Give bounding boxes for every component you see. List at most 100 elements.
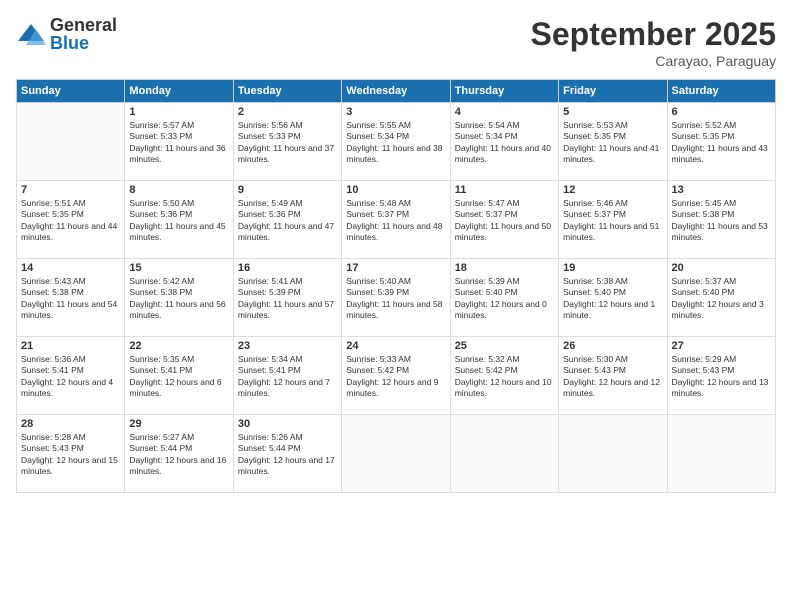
day-detail: Sunrise: 5:37 AMSunset: 5:40 PMDaylight:… [672,276,771,322]
day-detail: Sunrise: 5:30 AMSunset: 5:43 PMDaylight:… [563,354,662,400]
day-number: 12 [563,184,662,196]
day-detail: Sunrise: 5:47 AMSunset: 5:37 PMDaylight:… [455,198,554,244]
day-number: 29 [129,418,228,430]
day-detail: Sunrise: 5:46 AMSunset: 5:37 PMDaylight:… [563,198,662,244]
calendar-day: 2 Sunrise: 5:56 AMSunset: 5:33 PMDaylight… [233,103,341,181]
calendar-day: 21 Sunrise: 5:36 AMSunset: 5:41 PMDayligh… [17,337,125,415]
calendar-week-3: 14Sunrise: 5:43 AMSunset: 5:38 PMDayligh… [17,259,776,337]
calendar-day: 7 Sunrise: 5:51 AMSunset: 5:35 PMDaylight… [17,181,125,259]
calendar-day: 26 Sunrise: 5:30 AMSunset: 5:43 PMDayligh… [559,337,667,415]
calendar-day: 23Sunrise: 5:34 AMSunset: 5:41 PMDayligh… [233,337,341,415]
calendar-day: 8Sunrise: 5:50 AMSunset: 5:36 PMDaylight… [125,181,233,259]
col-wednesday: Wednesday [342,80,450,103]
calendar-day [17,103,125,181]
day-number: 27 [672,340,771,352]
day-number: 4 [455,106,554,118]
day-detail: Sunrise: 5:56 AMSunset: 5:33 PMDaylight:… [238,120,337,166]
day-detail: Sunrise: 5:45 AMSunset: 5:38 PMDaylight:… [672,198,771,244]
calendar-day: 4 Sunrise: 5:54 AMSunset: 5:34 PMDaylight… [450,103,558,181]
day-detail: Sunrise: 5:27 AMSunset: 5:44 PMDaylight:… [129,432,228,478]
day-detail: Sunrise: 5:43 AMSunset: 5:38 PMDaylight:… [21,276,120,322]
calendar-day [342,415,450,493]
col-tuesday: Tuesday [233,80,341,103]
day-number: 19 [563,262,662,274]
day-detail: Sunrise: 5:32 AMSunset: 5:42 PMDaylight:… [455,354,554,400]
month-title: September 2025 [531,16,776,53]
calendar-day: 11 Sunrise: 5:47 AMSunset: 5:37 PMDayligh… [450,181,558,259]
day-detail: Sunrise: 5:53 AMSunset: 5:35 PMDaylight:… [563,120,662,166]
calendar-day [667,415,775,493]
day-detail: Sunrise: 5:38 AMSunset: 5:40 PMDaylight:… [563,276,662,322]
day-number: 2 [238,106,337,118]
calendar-day: 18Sunrise: 5:39 AMSunset: 5:40 PMDayligh… [450,259,558,337]
day-detail: Sunrise: 5:26 AMSunset: 5:44 PMDaylight:… [238,432,337,478]
calendar-week-2: 7 Sunrise: 5:51 AMSunset: 5:35 PMDaylight… [17,181,776,259]
location-subtitle: Carayao, Paraguay [531,53,776,69]
day-number: 17 [346,262,445,274]
day-detail: Sunrise: 5:52 AMSunset: 5:35 PMDaylight:… [672,120,771,166]
calendar-day: 24 Sunrise: 5:33 AMSunset: 5:42 PMDayligh… [342,337,450,415]
col-sunday: Sunday [17,80,125,103]
logo-general: General [50,16,117,34]
calendar-day: 20 Sunrise: 5:37 AMSunset: 5:40 PMDayligh… [667,259,775,337]
col-saturday: Saturday [667,80,775,103]
calendar-day: 3Sunrise: 5:55 AMSunset: 5:34 PMDaylight… [342,103,450,181]
day-number: 30 [238,418,337,430]
logo-text: General Blue [50,16,117,52]
day-detail: Sunrise: 5:40 AMSunset: 5:39 PMDaylight:… [346,276,445,322]
header: General Blue September 2025 Carayao, Par… [16,16,776,69]
calendar-table: Sunday Monday Tuesday Wednesday Thursday… [16,79,776,493]
day-number: 24 [346,340,445,352]
day-detail: Sunrise: 5:33 AMSunset: 5:42 PMDaylight:… [346,354,445,400]
day-detail: Sunrise: 5:51 AMSunset: 5:35 PMDaylight:… [21,198,120,244]
col-friday: Friday [559,80,667,103]
calendar-day: 5 Sunrise: 5:53 AMSunset: 5:35 PMDaylight… [559,103,667,181]
day-detail: Sunrise: 5:49 AMSunset: 5:36 PMDaylight:… [238,198,337,244]
day-detail: Sunrise: 5:36 AMSunset: 5:41 PMDaylight:… [21,354,120,400]
calendar-day: 29 Sunrise: 5:27 AMSunset: 5:44 PMDayligh… [125,415,233,493]
calendar-day: 17 Sunrise: 5:40 AMSunset: 5:39 PMDayligh… [342,259,450,337]
calendar-day: 28 Sunrise: 5:28 AMSunset: 5:43 PMDayligh… [17,415,125,493]
day-detail: Sunrise: 5:39 AMSunset: 5:40 PMDaylight:… [455,276,554,322]
day-detail: Sunrise: 5:41 AMSunset: 5:39 PMDaylight:… [238,276,337,322]
day-detail: Sunrise: 5:28 AMSunset: 5:43 PMDaylight:… [21,432,120,478]
day-number: 16 [238,262,337,274]
day-number: 6 [672,106,771,118]
day-number: 13 [672,184,771,196]
day-detail: Sunrise: 5:29 AMSunset: 5:43 PMDaylight:… [672,354,771,400]
logo-blue: Blue [50,34,117,52]
day-number: 8 [129,184,228,196]
calendar-day: 30 Sunrise: 5:26 AMSunset: 5:44 PMDayligh… [233,415,341,493]
col-monday: Monday [125,80,233,103]
day-number: 25 [455,340,554,352]
day-number: 26 [563,340,662,352]
day-number: 20 [672,262,771,274]
day-number: 10 [346,184,445,196]
day-number: 3 [346,106,445,118]
day-detail: Sunrise: 5:42 AMSunset: 5:38 PMDaylight:… [129,276,228,322]
day-number: 23 [238,340,337,352]
calendar-week-4: 21 Sunrise: 5:36 AMSunset: 5:41 PMDayligh… [17,337,776,415]
day-number: 11 [455,184,554,196]
day-number: 5 [563,106,662,118]
day-number: 1 [129,106,228,118]
day-number: 21 [21,340,120,352]
calendar-day: 1Sunrise: 5:57 AMSunset: 5:33 PMDaylight… [125,103,233,181]
logo: General Blue [16,16,117,52]
calendar-week-1: 1Sunrise: 5:57 AMSunset: 5:33 PMDaylight… [17,103,776,181]
calendar-day: 12 Sunrise: 5:46 AMSunset: 5:37 PMDayligh… [559,181,667,259]
calendar-day: 27 Sunrise: 5:29 AMSunset: 5:43 PMDayligh… [667,337,775,415]
calendar-day: 13 Sunrise: 5:45 AMSunset: 5:38 PMDayligh… [667,181,775,259]
calendar-week-5: 28 Sunrise: 5:28 AMSunset: 5:43 PMDayligh… [17,415,776,493]
day-number: 15 [129,262,228,274]
day-number: 28 [21,418,120,430]
calendar-day: 25 Sunrise: 5:32 AMSunset: 5:42 PMDayligh… [450,337,558,415]
calendar-day [450,415,558,493]
day-detail: Sunrise: 5:54 AMSunset: 5:34 PMDaylight:… [455,120,554,166]
calendar-day: 15 Sunrise: 5:42 AMSunset: 5:38 PMDayligh… [125,259,233,337]
calendar-day: 10Sunrise: 5:48 AMSunset: 5:37 PMDayligh… [342,181,450,259]
calendar-day: 16 Sunrise: 5:41 AMSunset: 5:39 PMDayligh… [233,259,341,337]
calendar-page: General Blue September 2025 Carayao, Par… [0,0,792,612]
day-number: 7 [21,184,120,196]
calendar-day: 19 Sunrise: 5:38 AMSunset: 5:40 PMDayligh… [559,259,667,337]
